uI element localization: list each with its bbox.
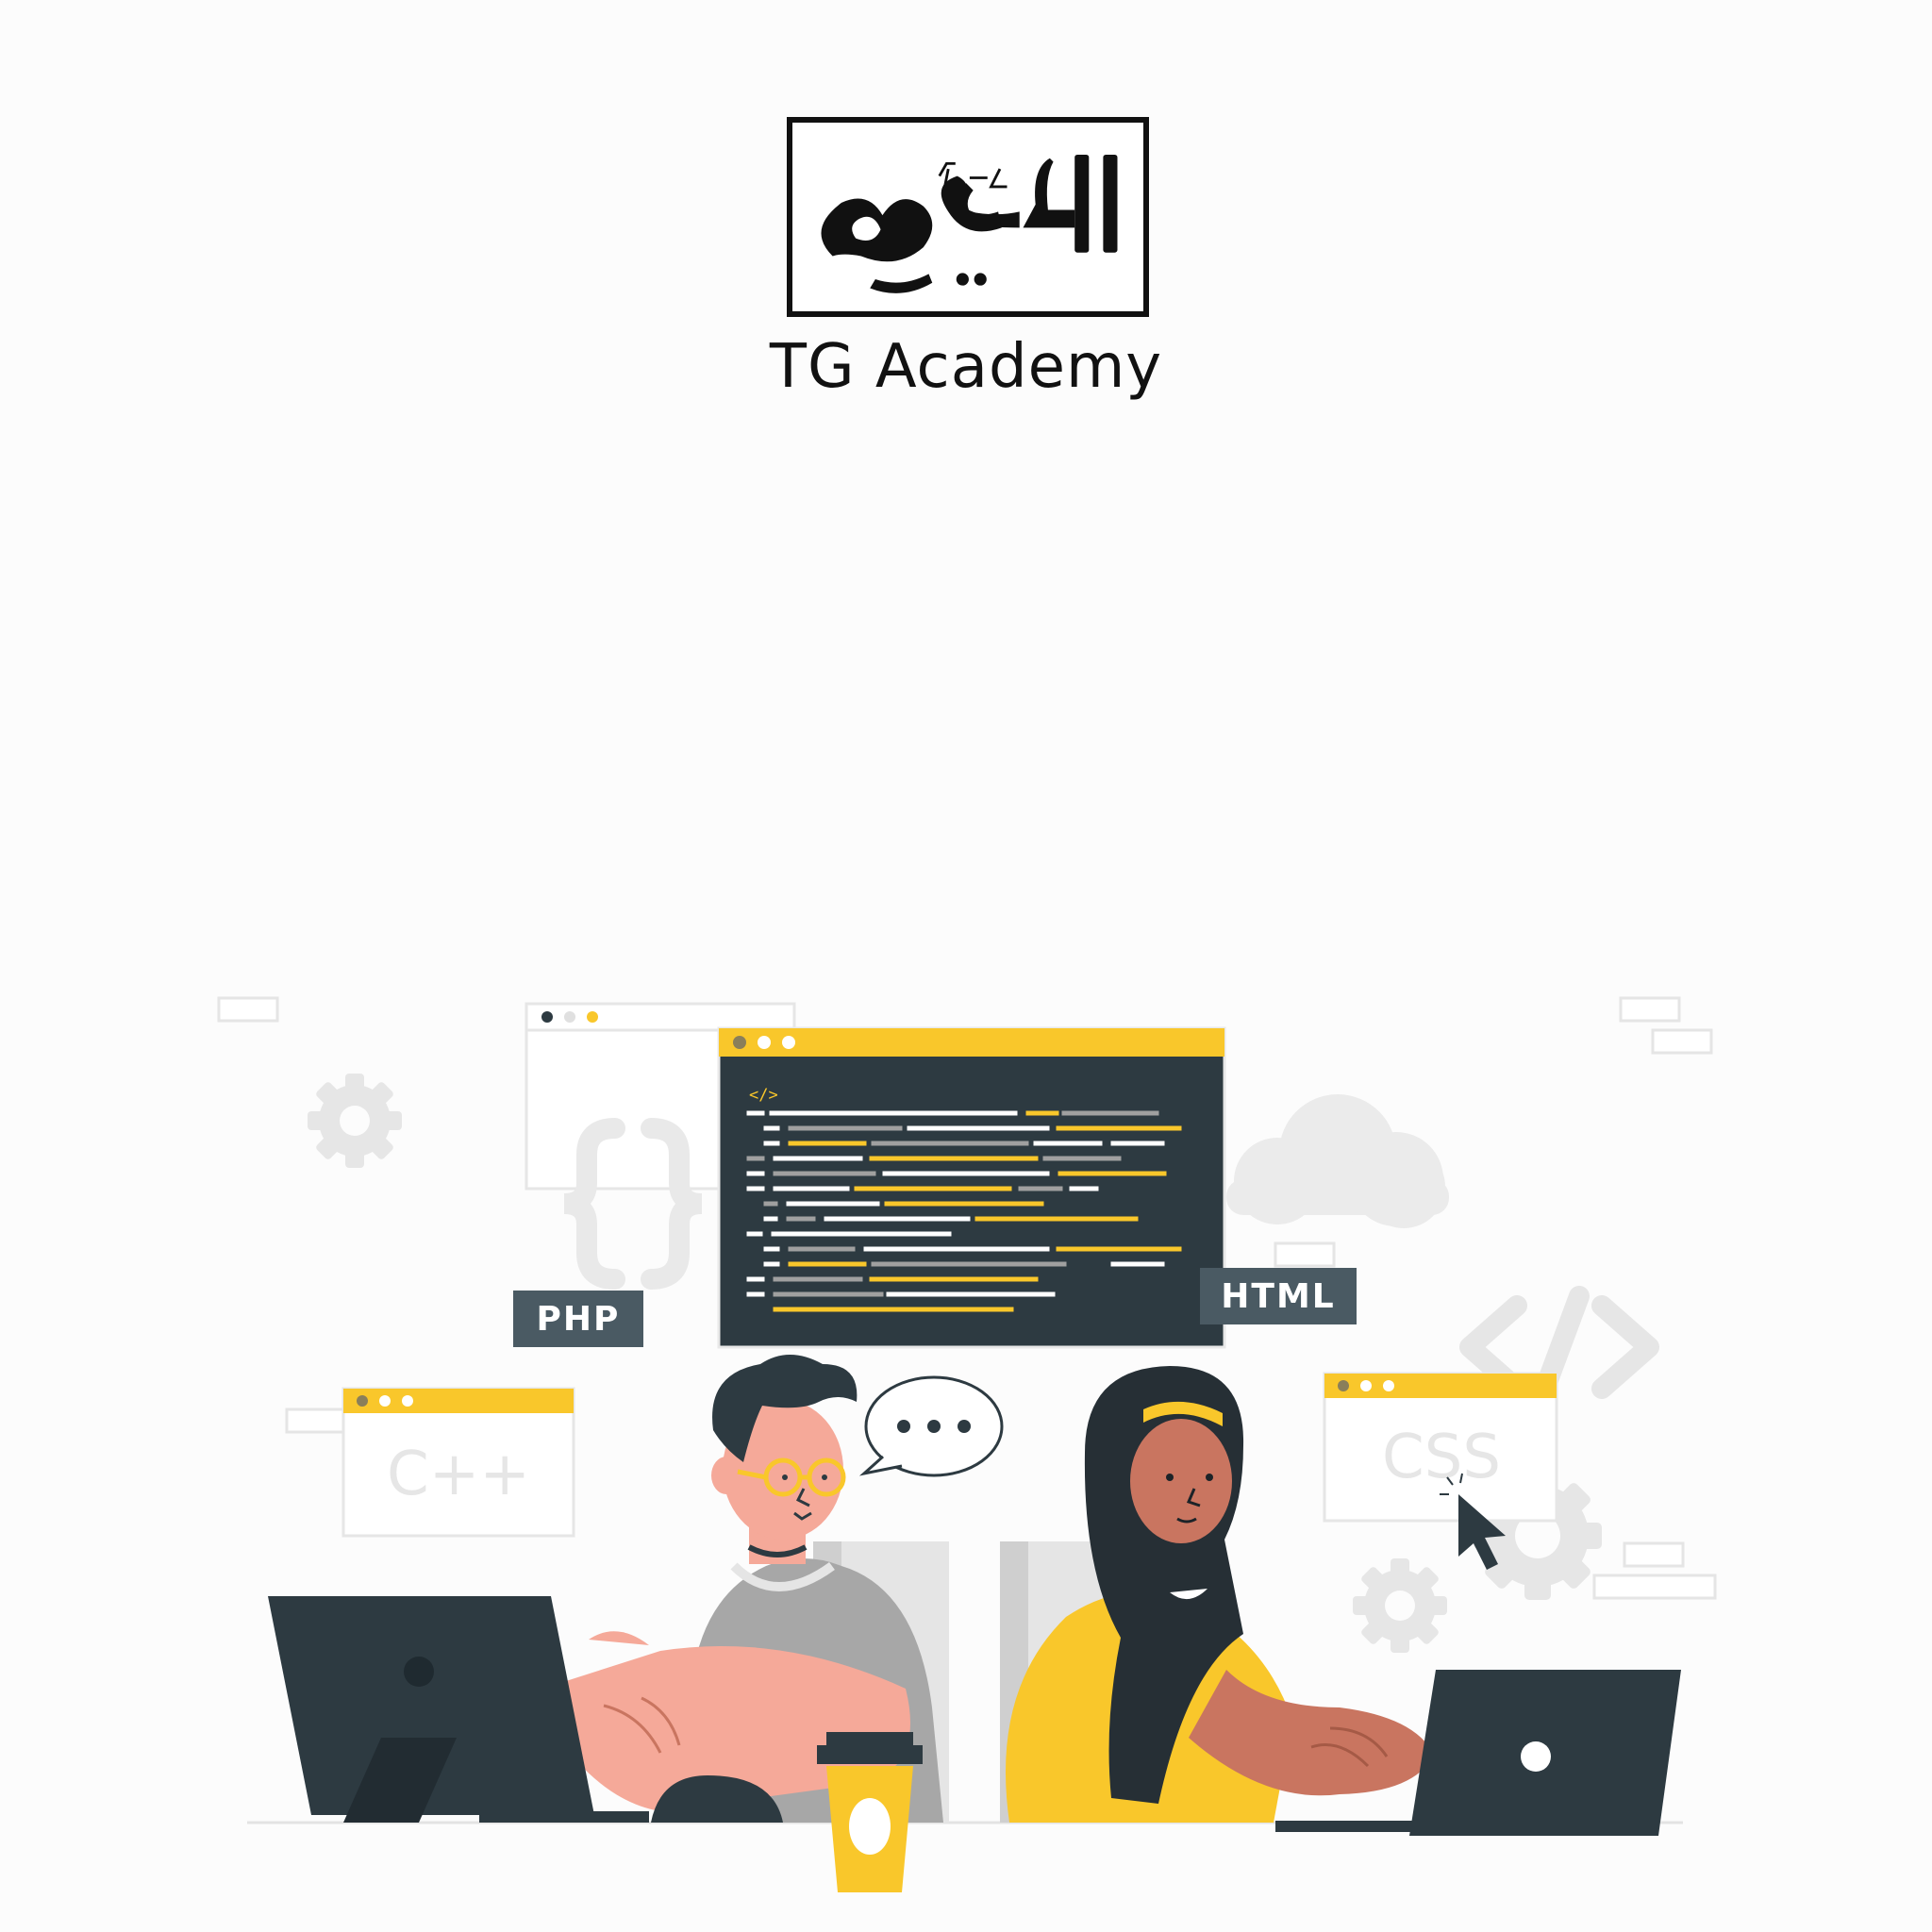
gear-icon [308, 1074, 402, 1168]
code-editor-window: </> [717, 1026, 1226, 1349]
deco-box [1592, 1574, 1717, 1600]
keyboard [479, 1811, 649, 1823]
brand-name: TG Academy [769, 332, 1163, 402]
deco-box [1623, 1541, 1685, 1568]
gear-icon [1353, 1558, 1447, 1653]
cpp-label: C++ [387, 1440, 530, 1509]
cpp-window: C++ [341, 1387, 575, 1538]
html-label: HTML [1221, 1277, 1335, 1316]
desktop-monitor [268, 1596, 594, 1823]
logo [787, 117, 1149, 317]
deco-box [217, 996, 279, 1023]
php-label: PHP [537, 1300, 621, 1339]
cloud-icon [1226, 1094, 1449, 1228]
css-window: CSS [1323, 1372, 1558, 1523]
logo-calligraphy [821, 154, 1118, 293]
deco-box [1619, 996, 1681, 1023]
css-label: CSS [1382, 1423, 1501, 1492]
page: TG Academy </> PHP HTML C++ CSS [0, 0, 1932, 1932]
speech-bubble [858, 1375, 1004, 1477]
code-tag-label: </> [749, 1086, 778, 1105]
brand-header: TG Academy [0, 0, 1932, 434]
deco-box [1274, 1241, 1336, 1268]
deco-box [1651, 1028, 1713, 1055]
coffee-cup-icon [817, 1732, 923, 1892]
deco-box [285, 1407, 347, 1434]
developers-illustration: </> PHP HTML C++ CSS [217, 996, 1717, 1892]
